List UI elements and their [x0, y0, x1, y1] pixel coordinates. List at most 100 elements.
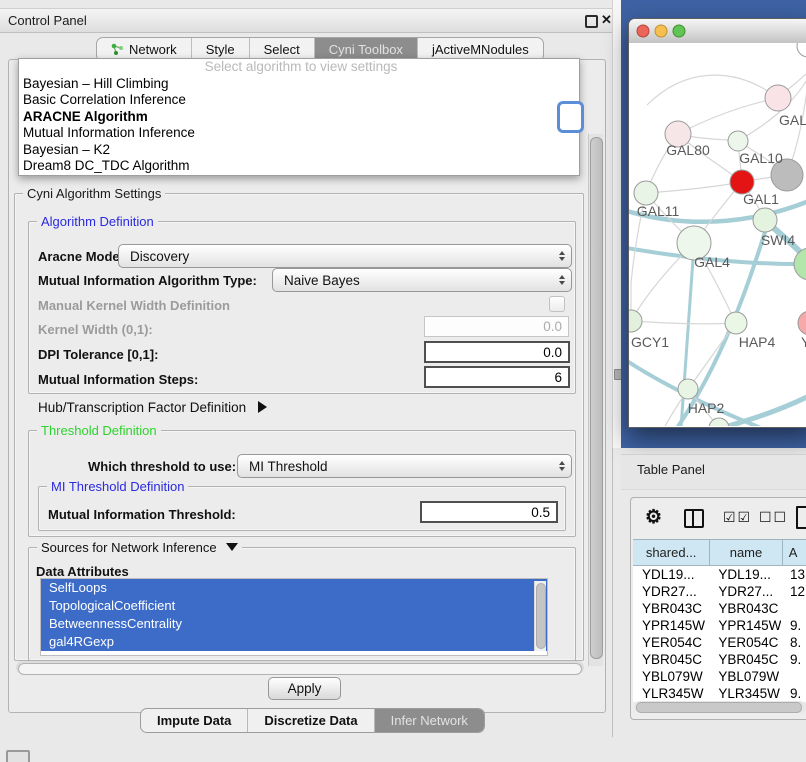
node-gal10[interactable]: [728, 131, 748, 151]
list-item[interactable]: TopologicalCoefficient: [41, 597, 547, 615]
list-scrollbar-thumb[interactable]: [536, 583, 546, 649]
mac-close-button[interactable]: [637, 25, 649, 37]
panel-vertical-scrollbar[interactable]: [588, 134, 603, 666]
table-row[interactable]: YER054C YER054C 8.: [633, 634, 806, 651]
list-item[interactable]: BetweennessCentrality: [41, 615, 547, 633]
bottom-tabs: Impute Data Discretize Data Infer Networ…: [140, 708, 485, 733]
mi-algorithm-type-label: Mutual Information Algorithm Type:: [38, 273, 257, 288]
combo-value: Naive Bayes: [273, 273, 553, 288]
float-window-icon[interactable]: [585, 15, 598, 28]
horizontal-scrollbar-thumb[interactable]: [18, 663, 582, 675]
stepper-icon: [553, 461, 571, 471]
mi-steps-label: Mutual Information Steps:: [38, 372, 198, 387]
cell-name: YBR043C: [709, 600, 781, 617]
table-row[interactable]: YDL19... YDL19... 13: [633, 566, 806, 583]
mi-threshold-field[interactable]: 0.5: [420, 501, 558, 523]
apply-button[interactable]: Apply: [268, 677, 341, 700]
kernel-width-field[interactable]: 0.0: [424, 316, 569, 337]
column-header-shared-name[interactable]: shared...: [633, 540, 710, 565]
table-scrollbar-thumb[interactable]: [636, 702, 802, 713]
edge[interactable]: [647, 75, 778, 105]
table-body: YDL19... YDL19... 13 YDR27... YDR27... 1…: [633, 566, 806, 702]
data-attributes-list[interactable]: SelfLoops TopologicalCoefficient Between…: [40, 578, 548, 656]
cell-value: 12: [781, 583, 806, 600]
columns-icon[interactable]: [684, 509, 704, 528]
minimized-panel-icon[interactable]: [6, 750, 30, 762]
cell-name: YDR27...: [709, 583, 781, 600]
node-gcy1[interactable]: [629, 310, 642, 332]
table-horizontal-scrollbar[interactable]: [634, 701, 806, 713]
node-swi4[interactable]: [753, 208, 777, 232]
table-row[interactable]: YBL079W YBL079W: [633, 668, 806, 685]
deselect-all-icon[interactable]: ☐☐: [759, 509, 788, 526]
data-attributes-label: Data Attributes: [36, 564, 129, 579]
edge[interactable]: [721, 395, 806, 426]
gear-icon[interactable]: ⚙: [645, 506, 662, 529]
mi-steps-field[interactable]: 6: [424, 366, 570, 388]
cell-value: [781, 600, 806, 617]
node-partial-top[interactable]: [797, 43, 806, 57]
list-vertical-scrollbar[interactable]: [534, 581, 546, 651]
popup-item-dream8[interactable]: Dream8 DC_TDC Algorithm: [19, 158, 579, 175]
node-gal-partial[interactable]: [765, 85, 791, 111]
node-label: GAL4: [694, 254, 730, 270]
tab-infer-network[interactable]: Infer Network: [375, 709, 484, 732]
node-hap4[interactable]: [725, 312, 747, 334]
hub-definition-section[interactable]: Hub/Transcription Factor Definition: [38, 400, 267, 415]
which-threshold-combo[interactable]: MI Threshold: [237, 454, 572, 478]
node-y-partial[interactable]: [798, 311, 806, 335]
edge[interactable]: [631, 321, 736, 324]
column-header-name[interactable]: name: [710, 540, 782, 565]
manual-kernel-width-checkbox[interactable]: [549, 296, 565, 312]
cell-value: 9.: [781, 617, 806, 634]
stepper-icon: [553, 251, 571, 261]
edge[interactable]: [688, 323, 736, 389]
sources-group-title[interactable]: Sources for Network Inference: [37, 540, 242, 555]
cell-shared-name: YPR145W: [633, 617, 709, 634]
edge[interactable]: [678, 98, 778, 134]
list-item[interactable]: SelfLoops: [41, 579, 547, 597]
popup-placeholder: Select algorithm to view settings: [19, 59, 579, 76]
network-icon: [111, 43, 124, 56]
node-label: GCY1: [631, 334, 669, 350]
mac-zoom-button[interactable]: [673, 25, 685, 37]
new-table-icon[interactable]: [796, 506, 806, 529]
node-green-right[interactable]: [794, 248, 806, 280]
cell-name: YER054C: [709, 634, 781, 651]
column-header-partial[interactable]: A: [783, 540, 806, 565]
popup-item-mutual-information[interactable]: Mutual Information Inference: [19, 125, 579, 142]
dpi-tolerance-field[interactable]: 0.0: [424, 341, 570, 363]
popup-item-aracne[interactable]: ARACNE Algorithm: [19, 109, 579, 126]
collapsed-arrow-icon[interactable]: [258, 401, 267, 413]
aracne-mode-combo[interactable]: Discovery: [118, 244, 572, 268]
cell-value: 8.: [781, 634, 806, 651]
tab-label: Cyni Toolbox: [329, 42, 403, 57]
network-window-titlebar[interactable]: [629, 19, 806, 44]
edge[interactable]: [646, 182, 742, 193]
popup-item-basic-correlation[interactable]: Basic Correlation Inference: [19, 92, 579, 109]
table-row[interactable]: YBR045C YBR045C 9.: [633, 651, 806, 668]
mac-minimize-button[interactable]: [655, 25, 667, 37]
table-row[interactable]: YDR27... YDR27... 12: [633, 583, 806, 600]
table-row[interactable]: YLR345W YLR345W 9.: [633, 685, 806, 702]
stepper-icon: [553, 275, 571, 285]
table-row[interactable]: YPR145W YPR145W 9.: [633, 617, 806, 634]
panel-horizontal-scrollbar[interactable]: [16, 661, 584, 674]
control-panel-titlebar[interactable]: Control Panel ✕: [0, 9, 612, 33]
expanded-arrow-icon[interactable]: [226, 543, 238, 551]
select-all-icon[interactable]: ☑☑: [723, 509, 752, 526]
node-gal11[interactable]: [634, 181, 658, 205]
node-hap2[interactable]: [678, 379, 698, 399]
network-canvas[interactable]: GAL GAL80 GAL10 GAL1 GAL11 SWI4 GAL4 GCY…: [629, 43, 806, 426]
popup-item-bayesian-hill-climbing[interactable]: Bayesian – Hill Climbing: [19, 76, 579, 93]
tab-discretize-data[interactable]: Discretize Data: [248, 709, 374, 732]
popup-item-bayesian-k2[interactable]: Bayesian – K2: [19, 142, 579, 159]
node-label: GAL11: [637, 203, 680, 219]
mi-algorithm-type-combo[interactable]: Naive Bayes: [272, 268, 572, 292]
close-icon[interactable]: ✕: [601, 12, 612, 28]
tab-impute-data[interactable]: Impute Data: [141, 709, 248, 732]
cell-shared-name: YBR043C: [633, 600, 709, 617]
vertical-scrollbar-thumb[interactable]: [590, 137, 603, 659]
table-row[interactable]: YBR043C YBR043C: [633, 600, 806, 617]
list-item[interactable]: gal4RGexp: [41, 633, 547, 651]
